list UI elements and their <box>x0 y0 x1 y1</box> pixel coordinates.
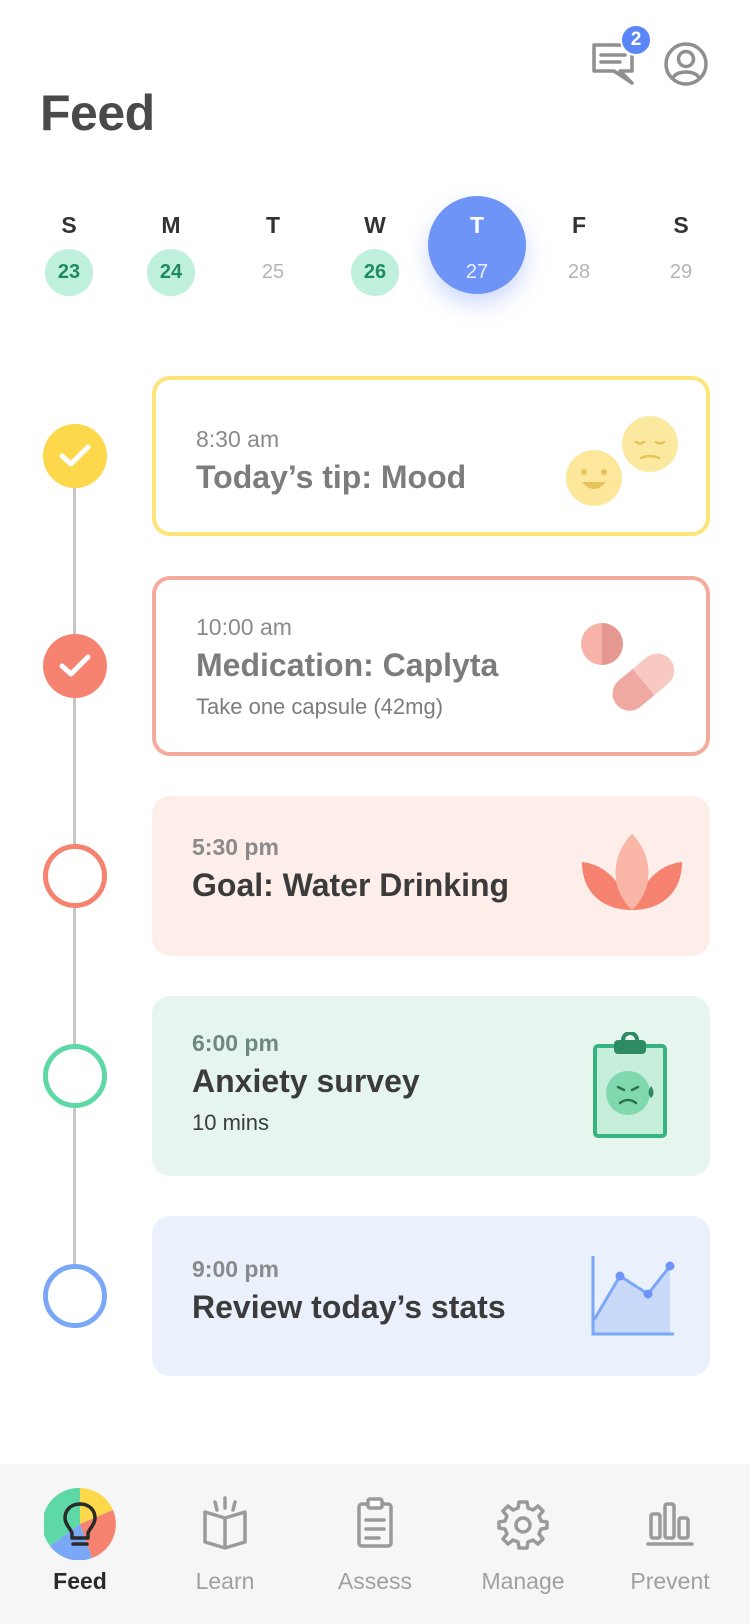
day-letter: T <box>469 212 485 238</box>
pills-icon <box>581 623 675 711</box>
checkmark-icon <box>59 654 91 677</box>
nav-item-learn[interactable]: Learn <box>185 1488 265 1595</box>
day-thu-selected[interactable]: T 27 <box>426 196 528 296</box>
day-wed[interactable]: W 26 <box>324 196 426 296</box>
bottom-navigation: Feed Learn Assess Manage Prevent <box>0 1464 750 1624</box>
card-time: 9:00 pm <box>192 1256 279 1282</box>
card-title: Anxiety survey <box>192 1063 420 1099</box>
timeline-node-pending <box>43 1264 107 1328</box>
timeline-node-completed <box>43 634 107 698</box>
card-subtitle: Take one capsule (42mg) <box>196 694 444 719</box>
day-date: 29 <box>669 261 693 284</box>
nav-item-assess[interactable]: Assess <box>335 1488 415 1595</box>
day-date: 28 <box>567 261 591 284</box>
clipboard-survey-icon <box>593 1032 667 1138</box>
day-letter: S <box>673 212 689 238</box>
card-title: Medication: Caplyta <box>196 647 499 683</box>
card-time: 8:30 am <box>196 426 280 452</box>
nav-label: Learn <box>195 1568 255 1594</box>
nav-label: Assess <box>337 1568 413 1594</box>
page-title: Feed <box>40 85 155 141</box>
day-tue[interactable]: T 25 <box>222 196 324 296</box>
nav-item-manage[interactable]: Manage <box>478 1488 568 1595</box>
lotus-icon <box>582 834 682 910</box>
messages-badge: 2 <box>620 24 652 56</box>
day-date: 26 <box>351 249 399 296</box>
day-sat[interactable]: S 29 <box>630 196 732 296</box>
line-chart-icon <box>591 1256 675 1336</box>
day-date: 27 <box>465 261 489 284</box>
day-fri[interactable]: F 28 <box>528 196 630 296</box>
day-sun[interactable]: S 23 <box>18 196 120 296</box>
checkmark-icon <box>59 444 91 467</box>
feed-card-medication[interactable]: 10:00 am Medication: Caplyta Take one ca… <box>152 576 710 756</box>
book-icon <box>203 1496 247 1550</box>
day-letter: T <box>265 212 281 238</box>
header-actions: 2 <box>590 24 710 88</box>
day-mon[interactable]: M 24 <box>120 196 222 296</box>
mood-faces-icon <box>566 416 678 506</box>
card-time: 6:00 pm <box>192 1030 279 1056</box>
day-date: 25 <box>261 261 285 284</box>
nav-label: Prevent <box>630 1568 710 1594</box>
nav-label: Manage <box>481 1568 565 1594</box>
nav-label: Feed <box>53 1568 107 1594</box>
day-letter: W <box>364 212 386 238</box>
card-time: 5:30 pm <box>192 834 279 860</box>
day-letter: M <box>161 212 181 238</box>
day-date: 23 <box>45 249 93 296</box>
bar-chart-icon <box>646 1502 694 1546</box>
nav-item-feed[interactable]: Feed <box>40 1488 120 1595</box>
day-letter: S <box>61 212 77 238</box>
card-title: Goal: Water Drinking <box>192 867 510 903</box>
clipboard-icon <box>357 1497 393 1548</box>
feed-card-goal[interactable]: 5:30 pm Goal: Water Drinking <box>152 796 710 956</box>
card-subtitle: 10 mins <box>192 1110 270 1135</box>
feed-card-tip[interactable]: 8:30 am Today’s tip: Mood <box>152 376 710 536</box>
day-date: 24 <box>147 249 195 296</box>
nav-item-prevent[interactable]: Prevent <box>620 1488 720 1595</box>
week-strip: S 23 M 24 T 25 W 26 T 27 F 28 S 29 <box>18 196 732 296</box>
lightbulb-icon <box>44 1488 116 1560</box>
day-letter: F <box>571 212 587 238</box>
feed-card-survey[interactable]: 6:00 pm Anxiety survey 10 mins <box>152 996 710 1176</box>
messages-button[interactable]: 2 <box>590 24 652 88</box>
card-time: 10:00 am <box>196 614 292 640</box>
timeline-node-pending <box>43 1044 107 1108</box>
card-title: Today’s tip: Mood <box>196 459 467 495</box>
gear-icon <box>497 1500 549 1550</box>
card-title: Review today’s stats <box>192 1289 506 1325</box>
user-avatar-icon <box>664 42 708 86</box>
profile-button[interactable] <box>662 40 710 88</box>
timeline-node-completed <box>43 424 107 488</box>
timeline-node-pending <box>43 844 107 908</box>
feed-card-stats[interactable]: 9:00 pm Review today’s stats <box>152 1216 710 1376</box>
